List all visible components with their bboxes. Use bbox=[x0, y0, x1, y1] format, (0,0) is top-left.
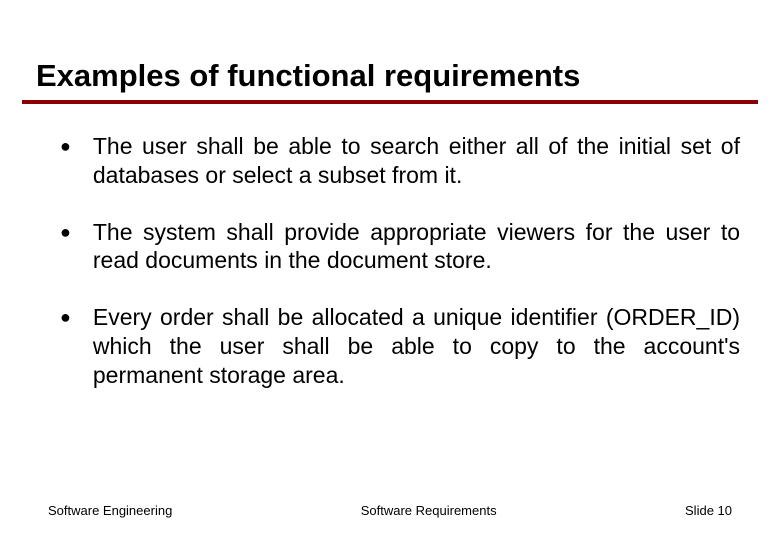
list-item: ● The user shall be able to search eithe… bbox=[60, 132, 740, 190]
bullet-icon: ● bbox=[60, 222, 71, 243]
footer-right: Slide 10 bbox=[685, 503, 732, 518]
footer: Software Engineering Software Requiremen… bbox=[48, 503, 732, 518]
bullet-text: The user shall be able to search either … bbox=[93, 132, 740, 190]
slide-title: Examples of functional requirements bbox=[36, 58, 744, 102]
title-underline bbox=[22, 100, 758, 104]
bullet-icon: ● bbox=[60, 307, 71, 328]
bullet-text: The system shall provide appropriate vie… bbox=[93, 218, 740, 276]
bullet-icon: ● bbox=[60, 136, 71, 157]
list-item: ● The system shall provide appropriate v… bbox=[60, 218, 740, 276]
slide: Examples of functional requirements ● Th… bbox=[0, 0, 780, 540]
list-item: ● Every order shall be allocated a uniqu… bbox=[60, 303, 740, 389]
bullet-text: Every order shall be allocated a unique … bbox=[93, 303, 740, 389]
content-area: ● The user shall be able to search eithe… bbox=[60, 132, 740, 417]
footer-center: Software Requirements bbox=[172, 503, 685, 518]
footer-left: Software Engineering bbox=[48, 503, 172, 518]
